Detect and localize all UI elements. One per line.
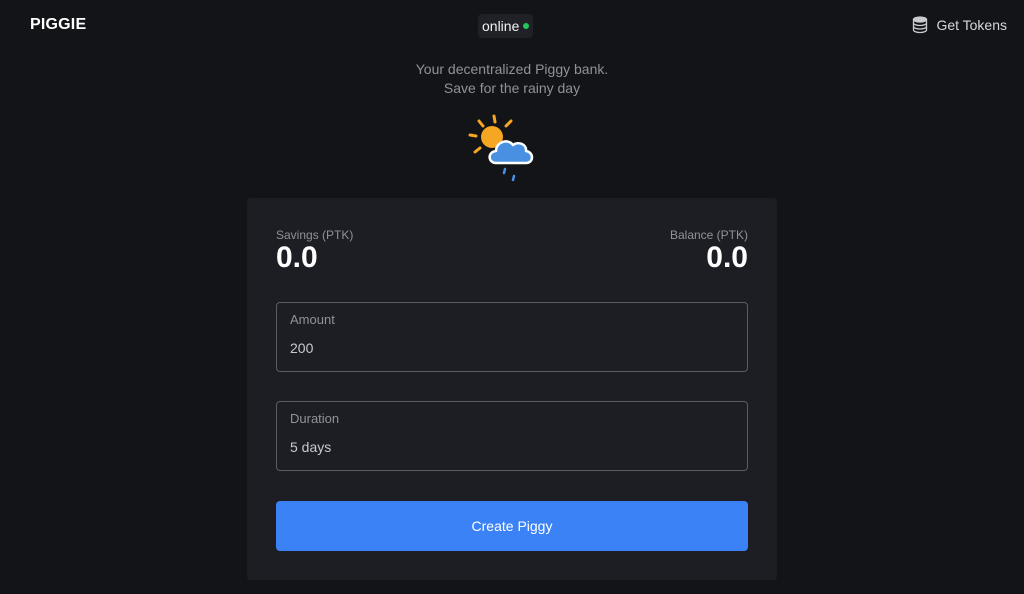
status-dot-icon xyxy=(523,23,530,29)
savings-value: 0.0 xyxy=(276,241,318,274)
balance-label: Balance (PTK) xyxy=(669,228,748,242)
sun-behind-rain-cloud-icon xyxy=(466,111,538,183)
connection-status-badge: online xyxy=(478,14,534,38)
amount-label: Amount xyxy=(290,312,335,327)
tagline-line-1: Your decentralized Piggy bank. xyxy=(415,61,609,77)
duration-field[interactable]: Duration 5 days xyxy=(276,401,748,471)
coins-stack-icon xyxy=(912,16,928,34)
tagline: Your decentralized Piggy bank. Save for … xyxy=(0,60,1024,98)
balance-value: 0.0 xyxy=(706,241,748,274)
get-tokens-button[interactable]: Get Tokens xyxy=(912,16,1007,34)
duration-label: Duration xyxy=(290,411,340,426)
duration-input[interactable]: 5 days xyxy=(290,439,734,455)
amount-input[interactable]: 200 xyxy=(290,340,734,356)
get-tokens-label: Get Tokens xyxy=(936,17,1007,33)
tagline-line-2: Save for the rainy day xyxy=(443,80,581,96)
piggy-card: Savings (PTK) 0.0 Balance (PTK) 0.0 Amou… xyxy=(247,198,777,580)
brand-logo[interactable]: PIGGIE xyxy=(30,16,86,34)
savings-label: Savings (PTK) xyxy=(276,228,354,242)
status-text: online xyxy=(482,18,520,34)
balance-stat: Balance (PTK) 0.0 xyxy=(670,228,748,273)
app-root: PIGGIE online Get Tokens Your decentrali… xyxy=(0,0,1024,594)
savings-stat: Savings (PTK) 0.0 xyxy=(276,228,353,273)
create-piggy-button[interactable]: Create Piggy xyxy=(276,501,748,551)
amount-field[interactable]: Amount 200 xyxy=(276,302,748,372)
